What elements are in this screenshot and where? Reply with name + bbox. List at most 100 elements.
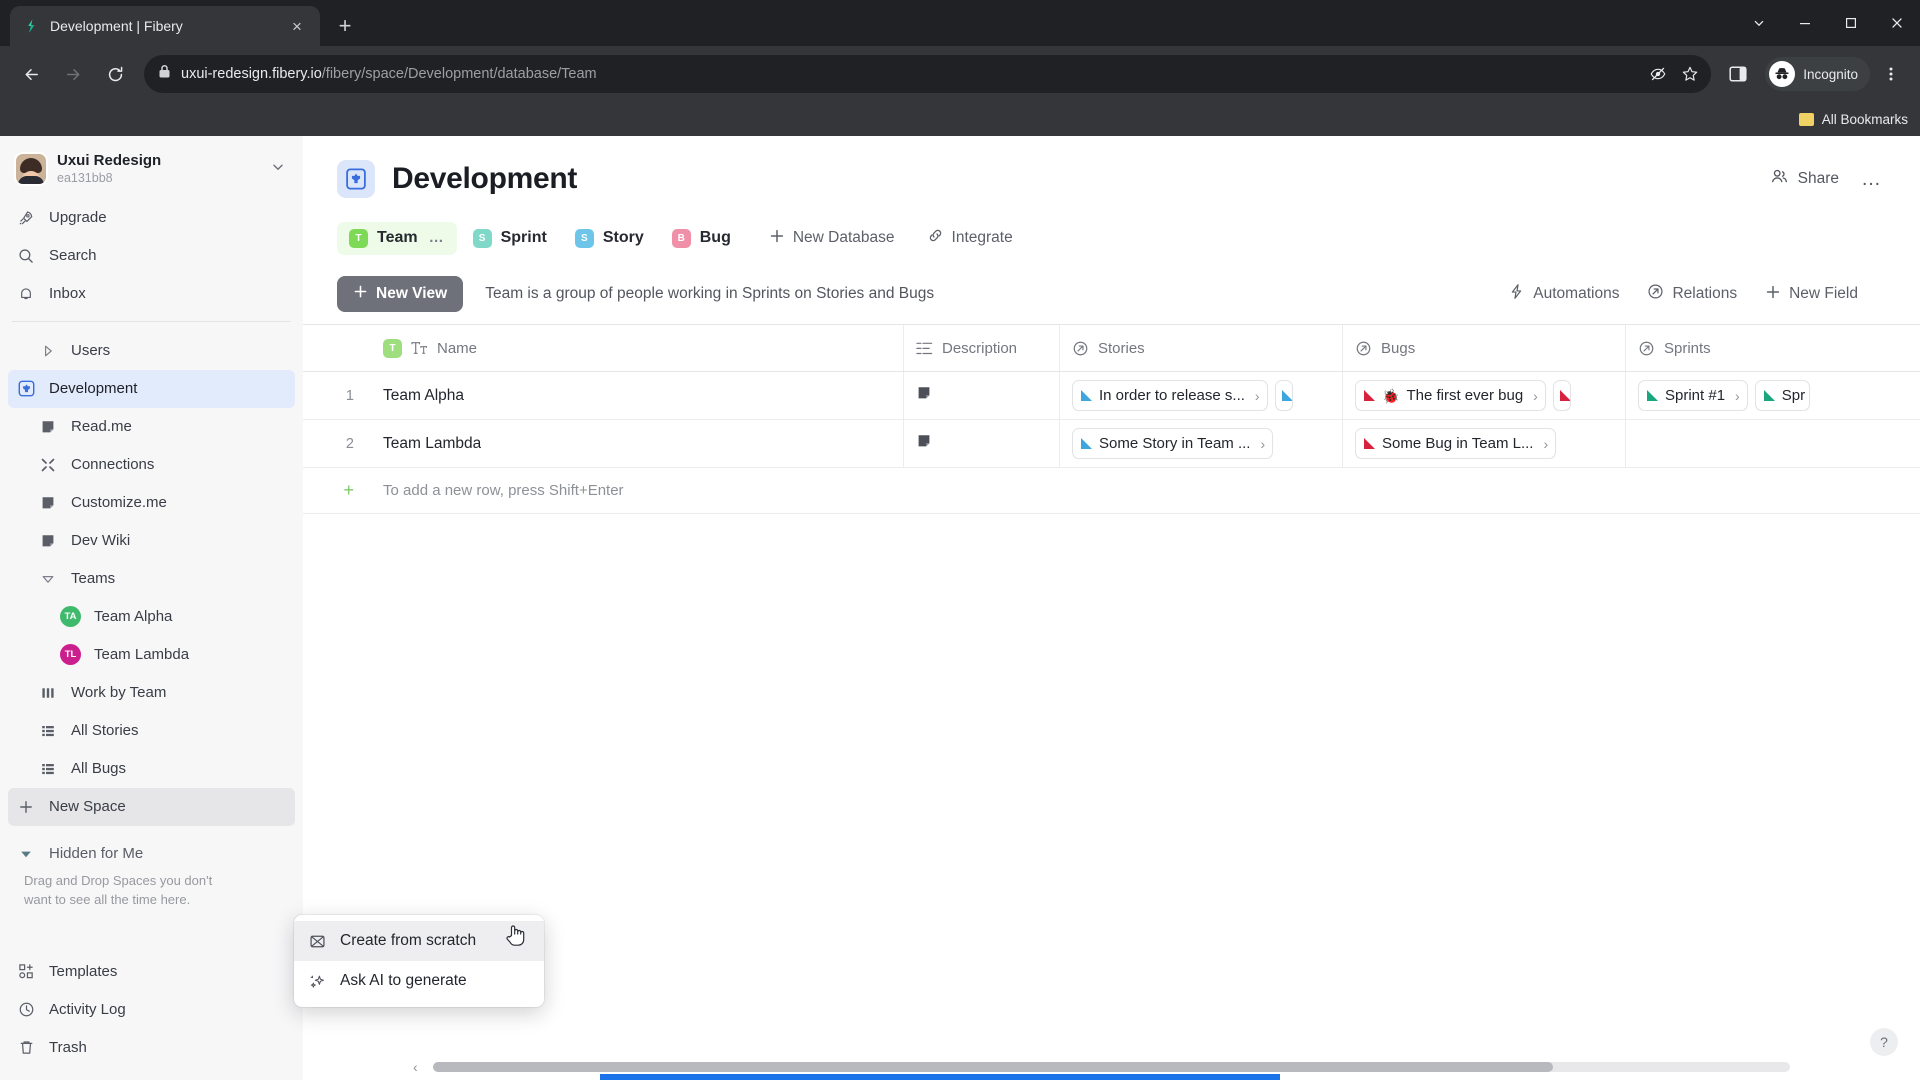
maximize-icon[interactable] bbox=[1828, 0, 1874, 46]
bell-icon bbox=[16, 284, 36, 304]
hidden-for-me-header[interactable]: Hidden for Me bbox=[8, 838, 295, 870]
cell-sprints[interactable] bbox=[1626, 420, 1920, 467]
window-close-icon[interactable] bbox=[1874, 0, 1920, 46]
menu-item-create-from-scratch[interactable]: Create from scratch bbox=[294, 921, 544, 961]
automations-button[interactable]: Automations bbox=[1498, 277, 1629, 311]
column-header-stories[interactable]: Stories bbox=[1060, 325, 1343, 371]
back-arrow-icon[interactable] bbox=[12, 55, 50, 93]
scroll-left-icon[interactable]: ‹ bbox=[413, 1059, 418, 1075]
sidebar-item-inbox[interactable]: Inbox bbox=[8, 275, 295, 313]
menu-item-ask-ai-to-generate[interactable]: Ask AI to generate bbox=[294, 961, 544, 1001]
sidebar-item-dev-wiki[interactable]: Dev Wiki bbox=[8, 522, 295, 560]
relation-chip-partial[interactable]: Spr bbox=[1754, 380, 1811, 411]
sidebar-item-work-by-team[interactable]: Work by Team bbox=[8, 674, 295, 712]
kebab-menu-icon[interactable] bbox=[1874, 57, 1908, 91]
chevron-right-icon[interactable]: › bbox=[1257, 436, 1268, 452]
side-panel-icon[interactable] bbox=[1721, 57, 1755, 91]
column-header-bugs[interactable]: Bugs bbox=[1343, 325, 1626, 371]
sidebar-item-trash[interactable]: Trash bbox=[8, 1028, 295, 1066]
chevron-right-icon[interactable]: › bbox=[1540, 436, 1551, 452]
column-header-description[interactable]: Description bbox=[904, 325, 1060, 371]
tab-team[interactable]: T Team … bbox=[337, 221, 457, 255]
relation-chip[interactable]: Some Story in Team ... › bbox=[1072, 428, 1274, 459]
add-row-plus[interactable]: + bbox=[303, 468, 371, 513]
relation-chip[interactable]: In order to release s... › bbox=[1072, 380, 1268, 411]
workspace-switcher[interactable]: Uxui Redesign ea131bb8 bbox=[0, 136, 303, 197]
cell-stories[interactable]: Some Story in Team ... › bbox=[1060, 420, 1343, 467]
relation-chip-partial[interactable] bbox=[1274, 380, 1293, 411]
rich-text-icon bbox=[916, 341, 933, 356]
all-bookmarks-button[interactable]: All Bookmarks bbox=[1798, 112, 1908, 127]
cell-description[interactable] bbox=[904, 372, 1060, 419]
sidebar-item-team-alpha[interactable]: TA Team Alpha bbox=[8, 598, 295, 636]
tab-story[interactable]: S Story bbox=[563, 222, 656, 255]
cell-stories[interactable]: In order to release s... › bbox=[1060, 372, 1343, 419]
tab-more-icon[interactable]: … bbox=[429, 231, 445, 245]
document-icon bbox=[38, 417, 58, 437]
cell-sprints[interactable]: Sprint #1 › Spr bbox=[1626, 372, 1920, 419]
sidebar-item-users[interactable]: Users bbox=[8, 332, 295, 370]
sidebar-item-team-lambda[interactable]: TL Team Lambda bbox=[8, 636, 295, 674]
chevron-down-icon[interactable] bbox=[38, 569, 58, 589]
cell-bugs[interactable]: Some Bug in Team L... › bbox=[1343, 420, 1626, 467]
new-database-button[interactable]: New Database bbox=[759, 221, 905, 256]
reload-icon[interactable] bbox=[96, 55, 134, 93]
minimize-icon[interactable] bbox=[1782, 0, 1828, 46]
profile-incognito-button[interactable]: Incognito bbox=[1765, 57, 1870, 91]
chevron-right-icon[interactable] bbox=[38, 341, 58, 361]
cell-name[interactable]: Team Lambda bbox=[371, 420, 904, 467]
scrollbar-thumb[interactable] bbox=[433, 1062, 1553, 1072]
integrate-button[interactable]: Integrate bbox=[917, 220, 1023, 256]
chevron-right-icon[interactable]: › bbox=[1732, 388, 1743, 404]
star-icon[interactable] bbox=[1675, 59, 1705, 89]
chevron-right-icon[interactable]: › bbox=[1252, 388, 1263, 404]
sidebar-item-teams[interactable]: Teams bbox=[8, 560, 295, 598]
sidebar-item-new-space[interactable]: New Space bbox=[8, 787, 295, 826]
new-view-button[interactable]: New View bbox=[337, 276, 464, 312]
sidebar-item-readme[interactable]: Read.me bbox=[8, 408, 295, 446]
scrollbar-track[interactable] bbox=[433, 1062, 1790, 1072]
new-tab-button[interactable]: + bbox=[328, 9, 362, 43]
relation-chip-partial[interactable] bbox=[1552, 380, 1571, 411]
relation-chip[interactable]: Some Bug in Team L... › bbox=[1355, 428, 1557, 459]
sidebar-item-all-bugs[interactable]: All Bugs bbox=[8, 750, 295, 788]
chevron-down-icon[interactable] bbox=[267, 160, 289, 179]
sidebar-item-customizeme[interactable]: Customize.me bbox=[8, 484, 295, 522]
relations-button[interactable]: Relations bbox=[1637, 277, 1747, 311]
tab-sprint[interactable]: S Sprint bbox=[461, 222, 559, 255]
cell-description[interactable] bbox=[904, 420, 1060, 467]
cell-bugs[interactable]: 🐞 The first ever bug › bbox=[1343, 372, 1626, 419]
horizontal-scrollbar[interactable]: ‹ bbox=[303, 1059, 1920, 1075]
browser-tab[interactable]: Development | Fibery × bbox=[10, 6, 320, 46]
tab-bug[interactable]: B Bug bbox=[660, 222, 743, 255]
chevron-down-icon[interactable] bbox=[1736, 0, 1782, 46]
column-header-name[interactable]: T Name bbox=[371, 325, 904, 371]
sidebar-item-connections[interactable]: Connections bbox=[8, 446, 295, 484]
more-options-button[interactable]: … bbox=[1857, 169, 1886, 189]
sidebar-item-search[interactable]: Search bbox=[8, 237, 295, 275]
sidebar-item-upgrade[interactable]: Upgrade bbox=[8, 199, 295, 237]
sidebar-item-templates[interactable]: Templates bbox=[8, 952, 295, 990]
add-row[interactable]: + To add a new row, press Shift+Enter bbox=[303, 468, 1920, 514]
triangle-down-icon[interactable] bbox=[16, 844, 36, 864]
eye-slash-icon[interactable] bbox=[1643, 59, 1673, 89]
cell-name[interactable]: Team Alpha bbox=[371, 372, 904, 419]
share-button[interactable]: Share bbox=[1770, 167, 1839, 191]
help-button[interactable]: ? bbox=[1870, 1028, 1898, 1056]
new-field-button[interactable]: New Field bbox=[1755, 278, 1868, 311]
address-bar[interactable]: uxui-redesign.fibery.io/fibery/space/Dev… bbox=[144, 55, 1712, 93]
column-header-sprints[interactable]: Sprints bbox=[1626, 325, 1920, 371]
relation-chip[interactable]: Sprint #1 › bbox=[1638, 380, 1748, 411]
relation-chip[interactable]: 🐞 The first ever bug › bbox=[1355, 380, 1546, 411]
sidebar-item-all-stories[interactable]: All Stories bbox=[8, 712, 295, 750]
add-row-hint-cell[interactable]: To add a new row, press Shift+Enter bbox=[371, 468, 904, 513]
title-row: Development Share … bbox=[337, 160, 1886, 198]
table-row[interactable]: 1 Team Alpha In order to release s... › … bbox=[303, 372, 1920, 420]
chevron-right-icon[interactable]: › bbox=[1530, 388, 1541, 404]
sidebar-item-activity-log[interactable]: Activity Log bbox=[8, 990, 295, 1028]
sidebar-item-development[interactable]: Development bbox=[8, 369, 295, 408]
divider bbox=[12, 320, 291, 322]
table-grid: T Name Description Stories Bugs Sprints … bbox=[303, 324, 1920, 1080]
table-row[interactable]: 2 Team Lambda Some Story in Team ... › S… bbox=[303, 420, 1920, 468]
close-icon[interactable]: × bbox=[286, 15, 308, 37]
